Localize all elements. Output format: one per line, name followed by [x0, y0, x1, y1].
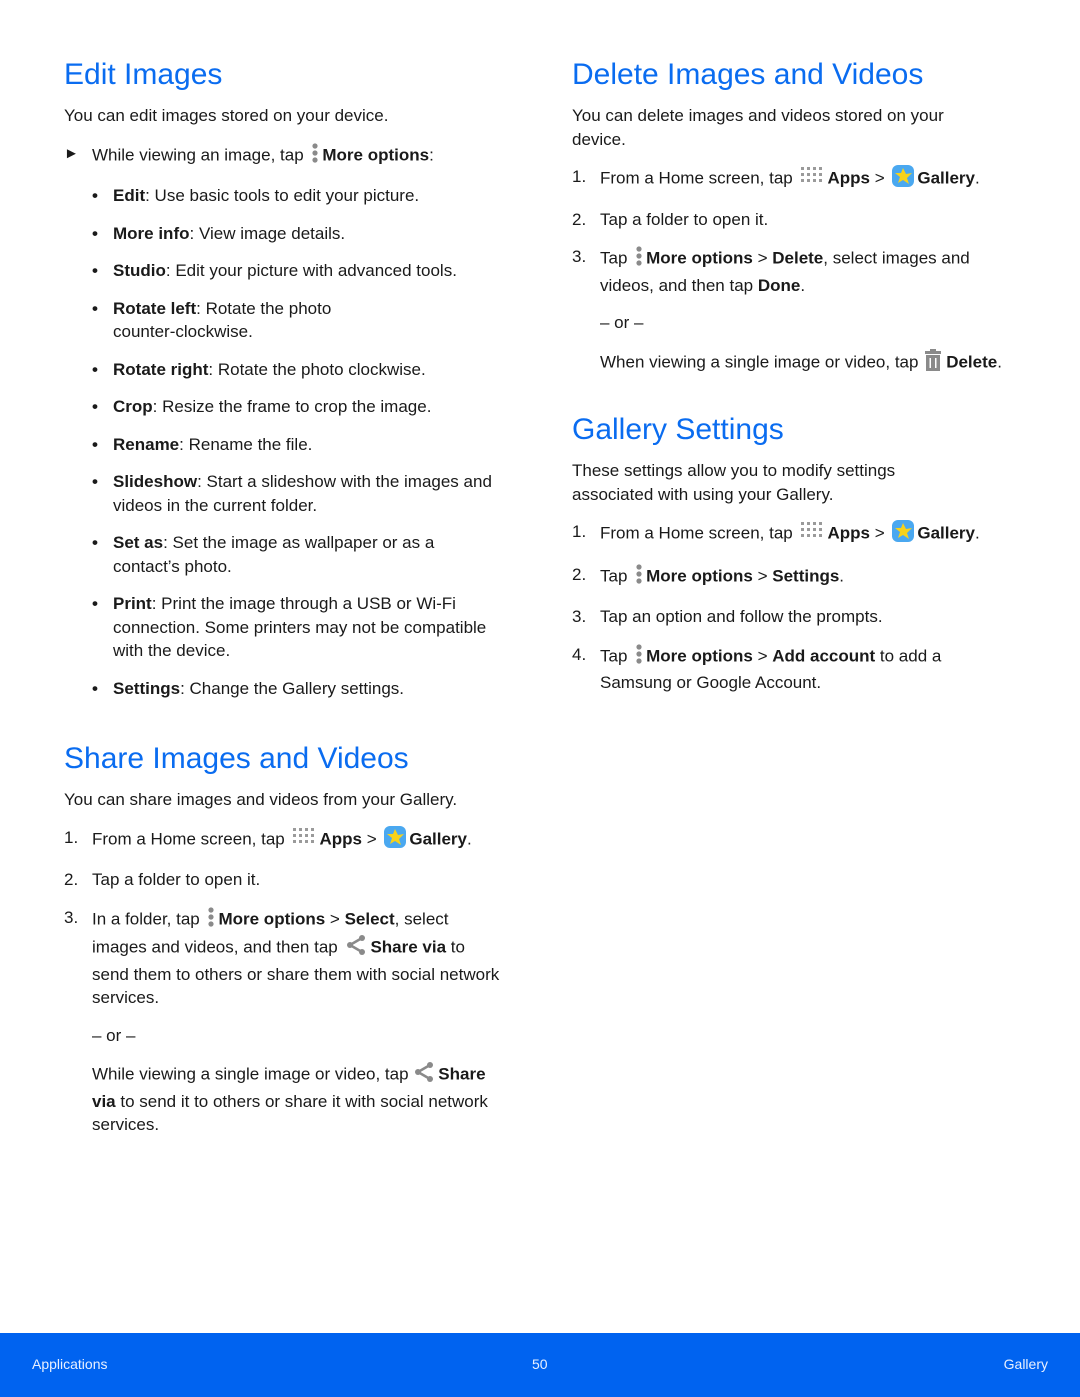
share-images-section: Share Images and Videos You can share im…	[64, 740, 514, 1137]
footer-section: Gallery	[1003, 1356, 1048, 1372]
list-item: • Studio: Edit your picture with advanced…	[92, 261, 457, 280]
edit-images-section: Edit Images You can edit images stored o…	[64, 56, 514, 700]
step-item: 4. Tap More options > Add account to add …	[572, 643, 942, 692]
page-number: 50	[532, 1356, 548, 1372]
more-options-icon	[311, 142, 319, 171]
or-separator: – or –	[600, 313, 644, 332]
list-item: • Crop: Resize the frame to crop the imag…	[92, 397, 432, 416]
apps-grid-icon	[800, 520, 824, 549]
more-options-icon	[635, 563, 643, 592]
step-item: 1. From a Home screen, tap Apps > Gallery…	[572, 165, 1022, 194]
step-item: 2. Tap a folder to open it.	[64, 870, 261, 889]
apps-grid-icon	[292, 826, 316, 855]
share-icon	[413, 1061, 435, 1090]
share-steps: 1. From a Home screen, tap Apps > Gallery…	[64, 825, 514, 1137]
share-icon	[345, 934, 367, 963]
edit-options-list: • Edit: Use basic tools to edit your pict…	[64, 184, 514, 700]
step-item: 2. Tap More options > Settings.	[572, 563, 1022, 592]
right-column: Delete Images and Videos You can delete …	[572, 56, 1022, 729]
left-column: Edit Images You can edit images stored o…	[64, 56, 514, 1171]
section-heading: Share Images and Videos	[64, 742, 409, 775]
more-options-icon	[207, 906, 215, 935]
list-item: • Print: Print the image through a USB or…	[92, 594, 487, 660]
gallery-app-icon	[384, 825, 407, 855]
list-item: • Edit: Use basic tools to edit your pict…	[92, 186, 420, 205]
list-item: • Rotate left: Rotate the photo counter-c…	[92, 298, 332, 342]
section-heading: Gallery Settings	[572, 413, 784, 446]
list-item: • Set as: Set the image as wallpaper or a…	[92, 533, 435, 576]
alternative-text: While viewing a single image or video, t…	[92, 1061, 502, 1137]
more-options-icon	[635, 643, 643, 672]
gallery-settings-section: Gallery Settings These settings allow yo…	[572, 411, 1022, 695]
delete-images-section: Delete Images and Videos You can delete …	[572, 56, 1022, 377]
step-item: 3. In a folder, tap More options > Select…	[64, 906, 514, 1137]
or-separator: – or –	[92, 1025, 136, 1045]
step-item: 3. Tap an option and follow the prompts.	[572, 607, 883, 626]
intro-text: You can share images and videos from you…	[64, 790, 458, 809]
trash-icon	[923, 348, 943, 378]
list-item: • Rotate right: Rotate the photo clockwis…	[92, 359, 426, 379]
instruction-line: ► While viewing an image, tap More optio…	[64, 142, 514, 171]
arrow-icon: ►	[64, 144, 79, 162]
step-item: 3. Tap More options > Delete, select imag…	[572, 245, 1022, 377]
gallery-app-icon	[892, 520, 915, 549]
delete-steps: 1. From a Home screen, tap Apps > Gallery…	[572, 165, 1022, 377]
gallery-app-icon	[892, 165, 915, 194]
settings-steps: 1. From a Home screen, tap Apps > Gallery…	[572, 520, 1022, 695]
step-item: 1. From a Home screen, tap Apps > Gallery…	[64, 825, 514, 855]
intro-text: These settings allow you to modify setti…	[572, 461, 896, 504]
list-item: • Slideshow: Start a slideshow with the i…	[92, 472, 492, 515]
step-item: 2. Tap a folder to open it.	[572, 209, 769, 229]
list-item: • More info: View image details.	[92, 223, 346, 243]
section-heading: Edit Images	[64, 58, 223, 91]
apps-grid-icon	[800, 165, 824, 194]
step-item: 1. From a Home screen, tap Apps > Gallery…	[572, 520, 1022, 549]
intro-text: You can edit images stored on your devic…	[64, 106, 389, 125]
intro-text: You can delete images and videos stored …	[572, 106, 944, 149]
list-item: • Settings: Change the Gallery settings.	[92, 678, 405, 698]
section-heading: Delete Images and Videos	[572, 58, 924, 91]
page-footer: Applications 50 Gallery	[0, 1333, 1080, 1397]
alternative-text: When viewing a single image or video, ta…	[600, 348, 1020, 378]
list-item: • Rename: Rename the file.	[92, 434, 313, 454]
more-options-icon	[635, 245, 643, 274]
footer-chapter: Applications	[32, 1356, 108, 1372]
